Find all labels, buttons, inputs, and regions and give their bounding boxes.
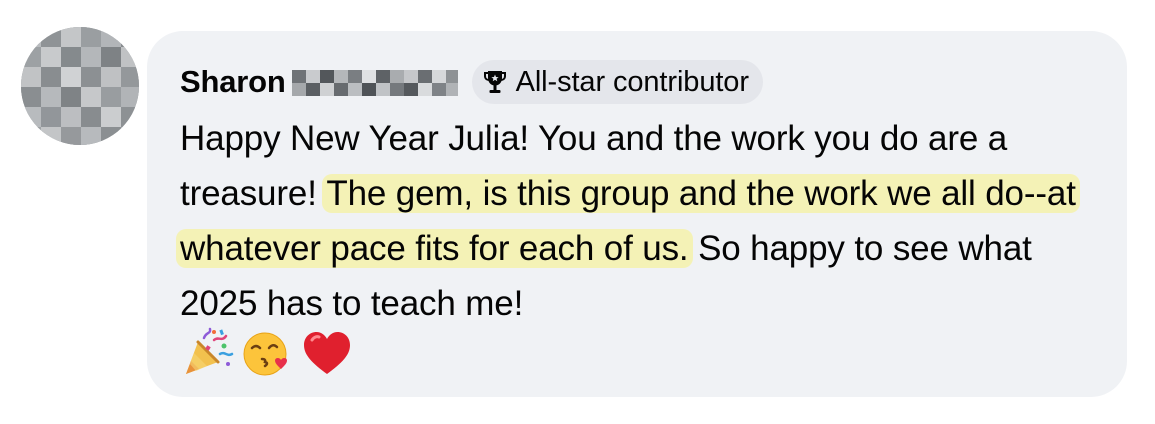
trophy-icon <box>482 69 508 95</box>
comment-bubble: Sharon All-star contributor Happy New Ye… <box>147 31 1127 397</box>
emoji-row <box>180 326 354 380</box>
author-name[interactable]: Sharon <box>180 64 286 100</box>
comment-header: Sharon All-star contributor <box>180 59 763 105</box>
redacted-surname <box>287 66 464 100</box>
avatar[interactable] <box>21 27 139 145</box>
comment-text: Happy New Year Julia! You and the work y… <box>176 111 1110 331</box>
all-star-contributor-badge[interactable]: All-star contributor <box>471 60 763 104</box>
red-heart-icon <box>304 332 350 374</box>
face-blowing-a-kiss-icon <box>243 332 287 376</box>
badge-label: All-star contributor <box>515 65 749 98</box>
party-popper-icon <box>186 327 234 374</box>
avatar-blurred-image <box>21 27 139 145</box>
